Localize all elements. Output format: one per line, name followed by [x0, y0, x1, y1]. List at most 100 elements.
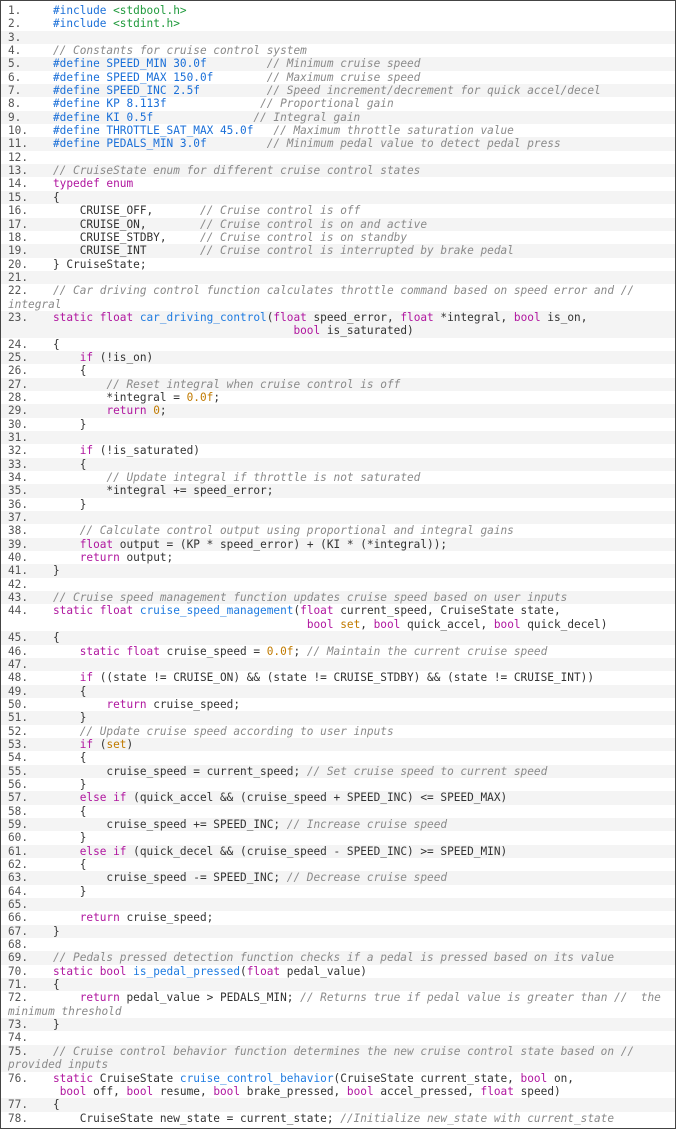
code-text: { [53, 684, 87, 698]
code-text: CRUISE_OFF, [53, 204, 200, 218]
code-text: (quick_decel && (cruise_speed - SPEED_IN… [126, 844, 508, 858]
keyword-token: bool [513, 310, 541, 324]
code-text: ) [126, 737, 134, 751]
comment-token: // Maximum cruise speed [266, 70, 421, 84]
preprocessor-token: #define SPEED_INC 2.5f [53, 84, 200, 98]
code-line: 73.} [1, 1018, 675, 1032]
code-content: static float cruise_speed = 0.0f; // Mai… [53, 645, 548, 658]
function-name-token: is_pedal_pressed [133, 964, 241, 978]
code-content: } [53, 711, 87, 724]
code-line: 26. { [1, 364, 675, 377]
code-line: 55. cruise_speed = current_speed; // Set… [1, 764, 675, 778]
line-number: 52. [8, 724, 29, 738]
comment-token: // Cruise control behavior function dete… [53, 1044, 635, 1058]
keyword-token: return [79, 991, 120, 1005]
code-text: CRUISE_INT [53, 244, 200, 258]
code-line-continuation: minimum threshold [1, 1005, 675, 1018]
comment-token: // Minimum pedal value to detect pedal p… [266, 137, 561, 151]
keyword-token: static float [53, 604, 140, 618]
code-listing: 1. #include <stdbool.h> 2. #include <stdint… [0, 0, 676, 1129]
code-line: 7. #define SPEED_INC 2.5f // Speed increm… [1, 84, 675, 98]
code-text: (!is_saturated) [93, 444, 200, 458]
code-line: 36. } [1, 498, 675, 511]
code-text: cruise_speed = current_speed; [53, 764, 307, 778]
line-number: 71. [8, 978, 29, 992]
code-line: 46. static float cruise_speed = 0.0f; //… [1, 645, 675, 658]
code-line: 70. static bool is_pedal_pressed(float pe… [1, 965, 675, 978]
code-line: 31. [1, 431, 675, 445]
keyword-token: return [106, 404, 154, 418]
keyword-token: bool [520, 1071, 548, 1085]
code-text: *integral, [433, 310, 514, 324]
line-number: 66. [8, 911, 29, 925]
code-line: 9. #define KI 0.5f // Integral gain [1, 110, 675, 125]
line-number: 45. [8, 631, 29, 645]
code-line: 45. { [1, 631, 675, 645]
code-content: { [53, 858, 87, 871]
code-text: } CruiseState; [53, 257, 147, 271]
code-content: *integral = 0.0f; [53, 391, 220, 404]
line-number: 26. [8, 364, 29, 378]
code-text: { [53, 804, 87, 818]
code-content: { [53, 364, 87, 377]
line-number: 24. [8, 337, 29, 351]
string-token: <stdint.h> [113, 17, 180, 31]
code-content: { [53, 631, 60, 644]
code-line: 53. if (set) [1, 737, 675, 752]
keyword-token: if [79, 444, 94, 458]
code-line: 52. // Update cruise speed according to … [1, 725, 675, 738]
comment-token: // Increase cruise speed [286, 817, 448, 831]
code-content: { [53, 978, 60, 991]
code-line: 64. } [1, 885, 675, 898]
comment-token: // Reset integral when cruise control is… [106, 377, 401, 391]
comment-token: // Calculate control output using propor… [79, 524, 514, 538]
line-number: 22. [8, 284, 29, 298]
keyword-token: bool [493, 617, 521, 631]
keyword-token: if [79, 350, 94, 364]
code-line: 23. static float car_driving_control(floa… [1, 310, 675, 325]
code-text: { [53, 337, 60, 351]
comment-token: integral [8, 297, 62, 311]
keyword-token: float [400, 310, 434, 324]
code-line: 75. // Cruise control behavior function d… [1, 1044, 675, 1059]
line-number: 35. [8, 484, 29, 498]
code-line: 40. return output; [1, 551, 675, 564]
keyword-token: static float [53, 310, 140, 324]
code-line: 8. #define KP 8.113f // Proportional gain [1, 97, 675, 110]
line-number: 6. [8, 70, 22, 84]
code-text: accel_pressed, [373, 1084, 481, 1098]
code-text: ( [240, 964, 247, 978]
line-number: 58. [8, 804, 29, 818]
code-content: } [53, 778, 87, 791]
comment-token: // Integral gain [253, 110, 361, 124]
code-text: } [53, 831, 87, 845]
line-number: 68. [8, 938, 29, 952]
code-line-continuation: bool set, bool quick_accel, bool quick_d… [1, 618, 675, 631]
code-content: CRUISE_OFF, // Cruise control is off [53, 204, 361, 218]
code-line: 5. #define SPEED_MIN 30.0f // Minimum cru… [1, 57, 675, 71]
code-line: 34. // Update integral if throttle is no… [1, 471, 675, 484]
code-line: 27. // Reset integral when cruise contro… [1, 377, 675, 391]
code-line: 50. return cruise_speed; [1, 698, 675, 711]
code-text: } [53, 417, 87, 431]
line-number: 72. [8, 991, 29, 1005]
line-number: 62. [8, 858, 29, 871]
code-content: // Calculate control output using propor… [53, 524, 514, 537]
code-line: 47. [1, 657, 675, 672]
code-content: } [53, 417, 87, 431]
comment-token: // Cruise control is interrupted by brak… [199, 244, 514, 258]
line-number: 23. [8, 310, 29, 324]
line-number: 1. [8, 4, 22, 17]
preprocessor-token: #define KI 0.5f [53, 110, 154, 124]
code-line: 58. { [1, 805, 675, 818]
code-line: 4. // Constants for cruise control system [1, 44, 675, 57]
code-content: cruise_speed = current_speed; // Set cru… [53, 765, 547, 778]
code-line: 2. #include <stdint.h> [1, 17, 675, 30]
literal-token: set [106, 737, 127, 751]
